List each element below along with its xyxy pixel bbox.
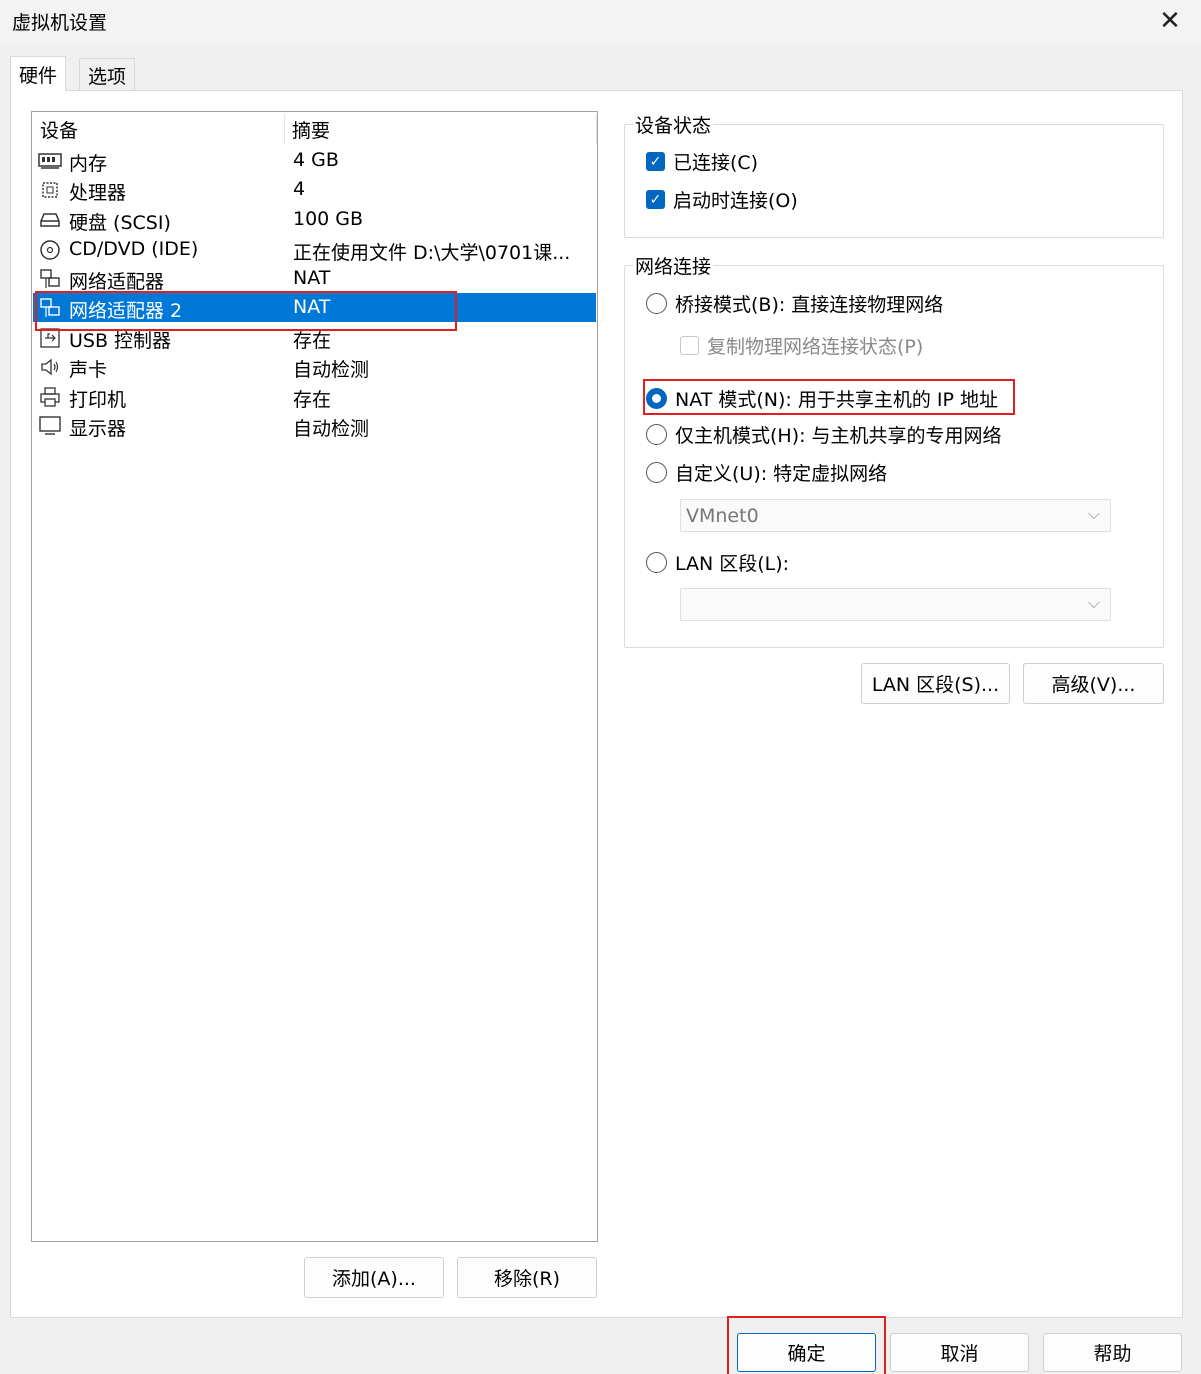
sound-card-icon xyxy=(38,356,62,378)
custom-network-select[interactable]: VMnet0 ⌵ xyxy=(680,499,1111,532)
window-title: 虚拟机设置 xyxy=(12,12,108,34)
device-row-network-adapter[interactable]: 网络适配器 NAT xyxy=(33,264,596,293)
device-summary: NAT xyxy=(293,267,331,289)
nat-radio-row[interactable]: NAT 模式(N): 用于共享主机的 IP 地址 xyxy=(646,385,1014,412)
harddisk-icon xyxy=(38,209,62,231)
device-status-title: 设备状态 xyxy=(633,111,714,138)
device-name: 硬盘 (SCSI) xyxy=(69,212,171,234)
device-row-usb-controller[interactable]: USB 控制器 存在 xyxy=(33,323,596,352)
printer-icon xyxy=(38,386,62,408)
device-list[interactable]: 设备 摘要 内存 4 GB 处理器 4 硬盘 (SCSI) 100 GB CD/… xyxy=(31,111,598,1242)
chevron-down-icon: ⌵ xyxy=(1087,593,1100,612)
lan-segment-radio[interactable] xyxy=(646,552,667,573)
device-summary: 100 GB xyxy=(293,208,364,230)
replicate-state-checkbox[interactable] xyxy=(680,336,699,355)
connected-checkbox[interactable]: ✓ xyxy=(646,152,665,171)
processor-icon xyxy=(38,179,62,201)
tab-hardware[interactable]: 硬件 xyxy=(10,56,67,91)
nat-radio[interactable] xyxy=(646,388,667,409)
bridged-radio[interactable] xyxy=(646,293,667,314)
device-row-display[interactable]: 显示器 自动检测 xyxy=(33,411,596,440)
device-row-processor[interactable]: 处理器 4 xyxy=(33,175,596,204)
column-divider xyxy=(284,114,285,144)
device-summary: 正在使用文件 D:\大学\0701课... xyxy=(293,242,571,264)
custom-network-value: VMnet0 xyxy=(686,505,759,527)
host-only-radio[interactable] xyxy=(646,424,667,445)
column-divider xyxy=(596,114,597,144)
device-name: 显示器 xyxy=(69,418,127,440)
replicate-state-label: 复制物理网络连接状态(P) xyxy=(707,336,924,358)
network-connection-title: 网络连接 xyxy=(633,252,714,279)
column-header-summary[interactable]: 摘要 xyxy=(292,116,330,146)
device-name: 处理器 xyxy=(69,182,127,204)
device-summary: 自动检测 xyxy=(293,359,370,381)
host-only-label: 仅主机模式(H): 与主机共享的专用网络 xyxy=(675,425,1002,447)
device-row-cd-dvd[interactable]: CD/DVD (IDE) 正在使用文件 D:\大学\0701课... xyxy=(33,235,596,264)
device-status-group xyxy=(624,124,1164,238)
custom-label: 自定义(U): 特定虚拟网络 xyxy=(675,463,888,485)
replicate-state-row[interactable]: 复制物理网络连接状态(P) xyxy=(680,332,923,359)
device-summary: 4 GB xyxy=(293,149,339,171)
connect-at-power-on-checkbox[interactable]: ✓ xyxy=(646,190,665,209)
device-name: 声卡 xyxy=(69,359,108,381)
close-icon[interactable]: ✕ xyxy=(1150,4,1190,38)
device-summary: 存在 xyxy=(293,389,332,411)
lan-segment-select[interactable]: ⌵ xyxy=(680,588,1111,621)
lan-segment-radio-row[interactable]: LAN 区段(L): xyxy=(646,549,789,576)
device-row-network-adapter-2[interactable]: 网络适配器 2 NAT xyxy=(33,293,596,322)
device-name: 内存 xyxy=(69,153,108,175)
device-name: 网络适配器 xyxy=(69,271,165,293)
advanced-button[interactable]: 高级(V)... xyxy=(1023,663,1164,704)
display-icon xyxy=(38,415,62,437)
title-bar: 虚拟机设置 ✕ xyxy=(0,0,1201,44)
device-row-sound-card[interactable]: 声卡 自动检测 xyxy=(33,352,596,381)
device-name: CD/DVD (IDE) xyxy=(69,238,199,260)
column-header-device[interactable]: 设备 xyxy=(40,116,78,146)
host-only-radio-row[interactable]: 仅主机模式(H): 与主机共享的专用网络 xyxy=(646,421,1002,448)
cd-dvd-icon xyxy=(38,239,62,261)
device-name: USB 控制器 xyxy=(69,330,172,352)
memory-icon xyxy=(38,150,62,172)
connect-at-power-on-label: 启动时连接(O) xyxy=(673,190,798,212)
lan-segment-label: LAN 区段(L): xyxy=(675,553,790,575)
connected-checkbox-row[interactable]: ✓ 已连接(C) xyxy=(646,148,758,175)
bridged-label: 桥接模式(B): 直接连接物理网络 xyxy=(675,294,944,316)
device-row-memory[interactable]: 内存 4 GB xyxy=(33,146,596,175)
network-adapter-icon xyxy=(38,268,62,290)
usb-controller-icon xyxy=(38,327,62,349)
add-device-button[interactable]: 添加(A)... xyxy=(304,1257,444,1298)
custom-radio-row[interactable]: 自定义(U): 特定虚拟网络 xyxy=(646,459,887,486)
cancel-button[interactable]: 取消 xyxy=(890,1333,1029,1372)
remove-device-button[interactable]: 移除(R) xyxy=(457,1257,597,1298)
custom-radio[interactable] xyxy=(646,462,667,483)
device-row-printer[interactable]: 打印机 存在 xyxy=(33,382,596,411)
device-name: 网络适配器 2 xyxy=(69,300,183,322)
connect-at-power-on-row[interactable]: ✓ 启动时连接(O) xyxy=(646,186,798,213)
tab-options[interactable]: 选项 xyxy=(79,58,136,91)
network-adapter-icon xyxy=(38,297,62,319)
device-name: 打印机 xyxy=(69,389,127,411)
lan-segments-button[interactable]: LAN 区段(S)... xyxy=(861,663,1010,704)
device-summary: 自动检测 xyxy=(293,418,370,440)
nat-label: NAT 模式(N): 用于共享主机的 IP 地址 xyxy=(675,389,999,411)
chevron-down-icon: ⌵ xyxy=(1087,504,1100,523)
help-button[interactable]: 帮助 xyxy=(1043,1333,1182,1372)
device-summary: NAT xyxy=(293,296,331,318)
ok-button[interactable]: 确定 xyxy=(737,1333,876,1372)
device-summary: 4 xyxy=(293,178,306,200)
connected-label: 已连接(C) xyxy=(673,152,759,174)
device-summary: 存在 xyxy=(293,330,332,352)
device-row-harddisk[interactable]: 硬盘 (SCSI) 100 GB xyxy=(33,205,596,234)
bridged-radio-row[interactable]: 桥接模式(B): 直接连接物理网络 xyxy=(646,290,943,317)
